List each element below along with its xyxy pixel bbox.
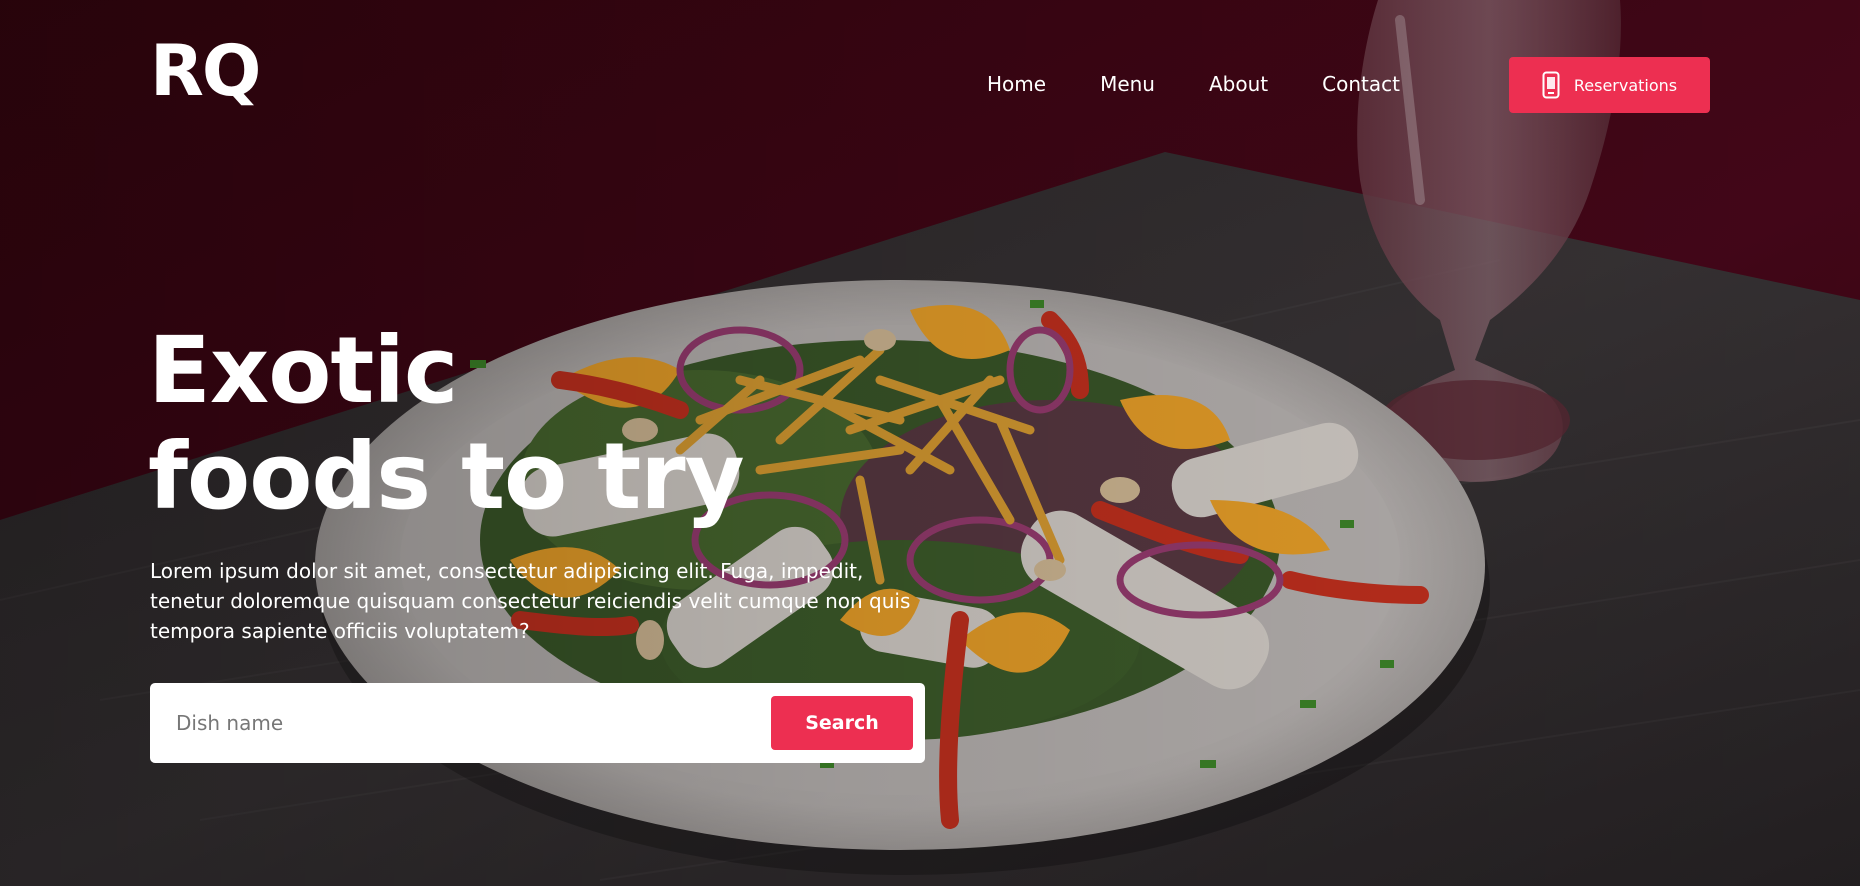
main-nav: Home Menu About Contact <box>987 70 1400 98</box>
brand-logo[interactable]: RQ <box>150 36 261 106</box>
search-button[interactable]: Search <box>771 696 913 750</box>
nav-item-home[interactable]: Home <box>987 70 1046 98</box>
reservations-label: Reservations <box>1573 75 1678 95</box>
nav-item-contact[interactable]: Contact <box>1322 70 1400 98</box>
hero-headline: Exotic foods to try <box>148 317 745 530</box>
dish-search-form: Search <box>150 683 925 763</box>
hero-description: Lorem ipsum dolor sit amet, consectetur … <box>150 559 911 643</box>
hero-headline-line2: foods to try <box>148 423 745 530</box>
phone-icon <box>1542 71 1560 99</box>
dish-search-input[interactable] <box>174 710 771 736</box>
nav-item-menu[interactable]: Menu <box>1100 70 1155 98</box>
reservations-button[interactable]: Reservations <box>1509 57 1710 113</box>
hero-headline-line1: Exotic <box>148 317 458 424</box>
nav-item-about[interactable]: About <box>1209 70 1268 98</box>
hero-section: RQ Home Menu About Contact Reservations … <box>0 0 1860 886</box>
